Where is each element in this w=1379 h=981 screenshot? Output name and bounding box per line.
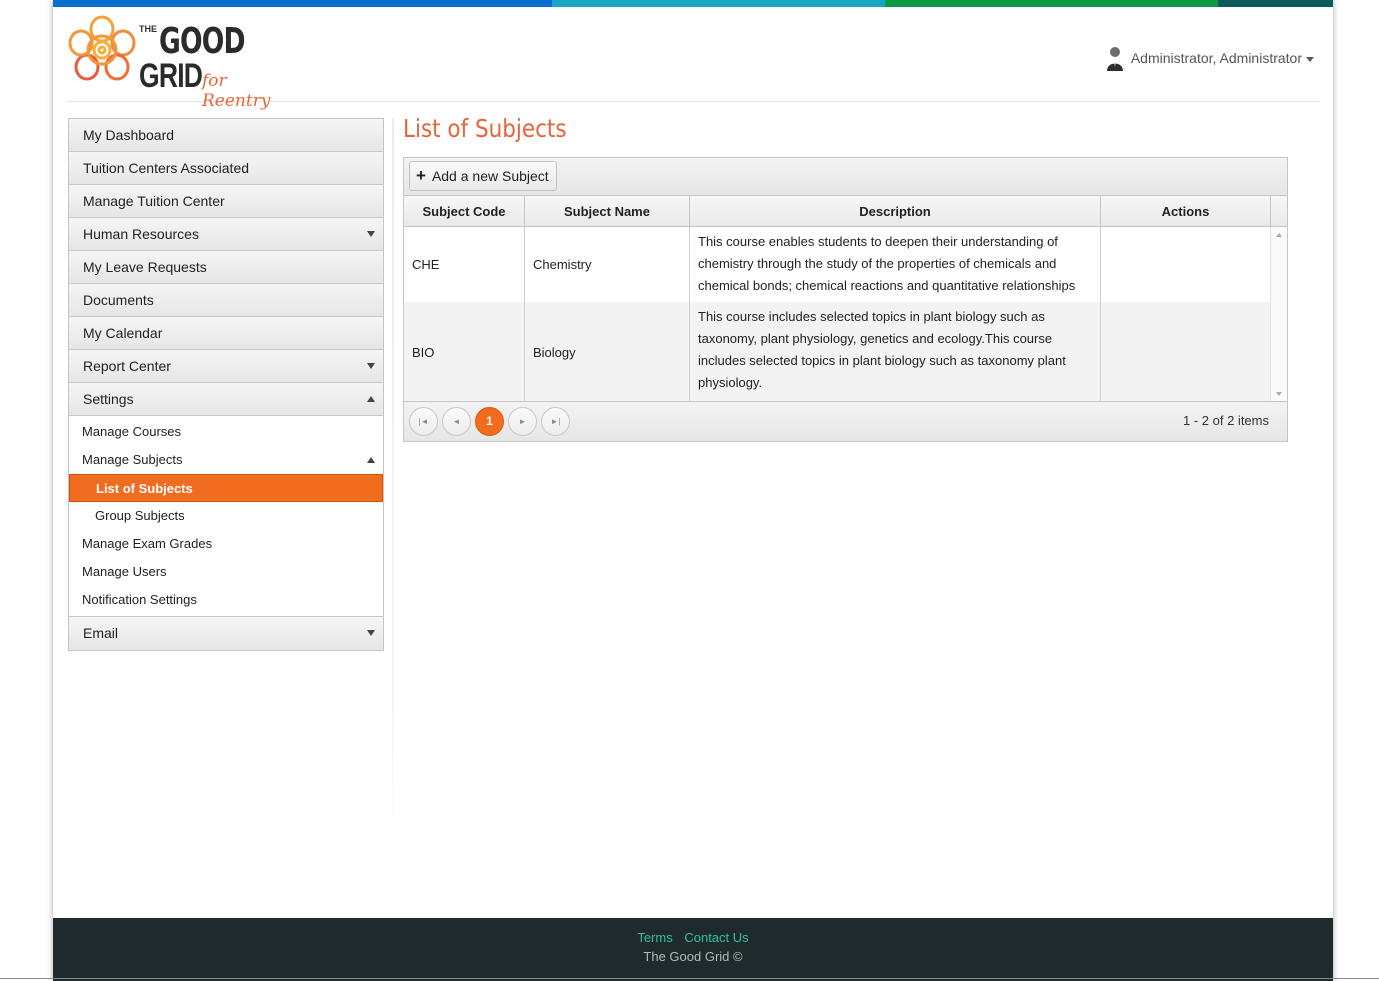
copyright: The Good Grid ©	[643, 949, 743, 964]
sidebar-item-manage-exam-grades[interactable]: Manage Exam Grades	[69, 530, 383, 558]
pager-info: 1 - 2 of 2 items	[1183, 413, 1269, 428]
terms-link[interactable]: Terms	[637, 930, 672, 945]
sidebar-item-manage-tuition-center[interactable]: Manage Tuition Center	[69, 185, 383, 218]
add-subject-label: Add a new Subject	[431, 168, 549, 184]
top-bar-segment	[53, 0, 218, 7]
sidebar-item-label: My Calendar	[83, 325, 163, 341]
logo-grid-text: GRID	[139, 57, 203, 95]
triangle-down-icon	[367, 231, 375, 237]
header: THE GOOD GRID for Reentry Administrator,…	[67, 7, 1319, 111]
grid-body: CHE Chemistry This course enables studen…	[404, 227, 1287, 402]
triangle-up-icon	[367, 457, 375, 463]
sidebar-item-label: My Leave Requests	[83, 259, 207, 275]
add-subject-button[interactable]: + Add a new Subject	[409, 161, 557, 191]
sidebar-item-label: Tuition Centers Associated	[83, 160, 250, 176]
sidebar-item-label: Manage Tuition Center	[83, 193, 225, 209]
column-header-subject-code[interactable]: Subject Code	[404, 196, 525, 226]
cell-description: This course includes selected topics in …	[690, 302, 1101, 402]
next-page-button[interactable]: ►	[508, 407, 537, 436]
sidebar-item-label: Documents	[83, 292, 154, 308]
cell-description: This course enables students to deepen t…	[690, 227, 1101, 302]
sidebar-item-my-dashboard[interactable]: My Dashboard	[69, 119, 383, 152]
plus-icon: +	[416, 166, 426, 185]
user-avatar-icon	[1106, 47, 1123, 71]
sidebar-item-my-leave-requests[interactable]: My Leave Requests	[69, 251, 383, 284]
column-header-subject-name[interactable]: Subject Name	[525, 196, 690, 226]
grid-scrollbar[interactable]	[1270, 227, 1287, 402]
sidebar-item-email[interactable]: Email	[69, 617, 383, 650]
contact-us-link[interactable]: Contact Us	[684, 930, 748, 945]
sidebar-item-label: Human Resources	[83, 226, 199, 242]
sidebar-item-tuition-centers-associated[interactable]: Tuition Centers Associated	[69, 152, 383, 185]
cell-subject-name: Chemistry	[525, 227, 690, 302]
footer-links: Terms Contact Us	[53, 930, 1333, 945]
current-page-button[interactable]: 1	[475, 407, 504, 436]
first-page-button[interactable]: |◄	[409, 407, 438, 436]
grid-toolbar: + Add a new Subject	[404, 158, 1287, 196]
logo-good-text: GOOD	[159, 21, 246, 62]
header-scroll-spacer	[1271, 196, 1287, 226]
previous-page-button[interactable]: ◄	[442, 407, 471, 436]
top-bar-segment	[1218, 0, 1333, 7]
cell-actions	[1101, 227, 1271, 302]
sidebar-item-label: Email	[83, 625, 119, 641]
sidebar-item-label: Report Center	[83, 358, 171, 374]
sidebar-item-my-calendar[interactable]: My Calendar	[69, 317, 383, 350]
sidebar-item-label: Settings	[83, 391, 134, 407]
sidebar-item-notification-settings[interactable]: Notification Settings	[69, 586, 383, 614]
footer: Terms Contact Us The Good Grid ©	[53, 918, 1333, 981]
page: THE GOOD GRID for Reentry Administrator,…	[53, 0, 1333, 981]
sidebar-item-group-subjects[interactable]: Group Subjects	[69, 502, 383, 530]
triangle-up-icon	[367, 396, 375, 402]
content-divider	[392, 118, 394, 848]
cell-subject-code: CHE	[404, 227, 525, 302]
sidebar-item-manage-courses[interactable]: Manage Courses	[69, 418, 383, 446]
sidebar-item-label: Manage Subjects	[82, 452, 183, 467]
sidebar-item-label: My Dashboard	[83, 127, 175, 143]
user-name: Administrator, Administrator	[1130, 50, 1302, 66]
chevron-down-icon	[1306, 57, 1314, 62]
logo[interactable]: THE GOOD GRID for Reentry	[67, 15, 297, 111]
triangle-down-icon	[367, 363, 375, 369]
grid-pager: |◄ ◄ 1 ► ►| 1 - 2 of 2 items	[404, 401, 1287, 441]
top-color-bar	[53, 0, 1333, 7]
cell-subject-name: Biology	[525, 302, 690, 402]
page-title: List of Subjects	[403, 114, 567, 143]
table-row[interactable]: BIO Biology This course includes selecte…	[404, 302, 1287, 402]
last-page-button[interactable]: ►|	[541, 407, 570, 436]
subjects-grid: + Add a new Subject Subject Code Subject…	[403, 157, 1288, 442]
cell-actions	[1101, 302, 1271, 402]
sidebar: My Dashboard Tuition Centers Associated …	[68, 118, 384, 651]
sidebar-item-manage-subjects[interactable]: Manage Subjects	[69, 446, 383, 474]
triangle-down-icon	[367, 630, 375, 636]
sidebar-item-human-resources[interactable]: Human Resources	[69, 218, 383, 251]
window-bottom-edge	[0, 978, 1379, 979]
column-header-description[interactable]: Description	[690, 196, 1101, 226]
settings-submenu: Manage Courses Manage Subjects List of S…	[69, 416, 383, 617]
top-bar-segment	[885, 0, 1218, 7]
scroll-up-icon[interactable]	[1276, 233, 1282, 237]
sidebar-item-settings[interactable]: Settings	[69, 383, 383, 416]
cell-subject-code: BIO	[404, 302, 525, 402]
sidebar-item-report-center[interactable]: Report Center	[69, 350, 383, 383]
logo-tagline: for Reentry	[202, 71, 271, 111]
scroll-down-icon[interactable]	[1276, 392, 1282, 396]
sidebar-item-manage-users[interactable]: Manage Users	[69, 558, 383, 586]
user-menu[interactable]: Administrator, Administrator	[1105, 45, 1314, 71]
flower-logo-icon	[68, 15, 136, 81]
top-bar-segment	[218, 0, 552, 7]
column-header-actions[interactable]: Actions	[1101, 196, 1271, 226]
sidebar-item-list-of-subjects[interactable]: List of Subjects	[69, 474, 383, 502]
logo-the-text: THE	[139, 24, 157, 34]
sidebar-item-documents[interactable]: Documents	[69, 284, 383, 317]
table-row[interactable]: CHE Chemistry This course enables studen…	[404, 227, 1287, 302]
grid-header: Subject Code Subject Name Description Ac…	[404, 196, 1287, 227]
top-bar-segment	[552, 0, 885, 7]
